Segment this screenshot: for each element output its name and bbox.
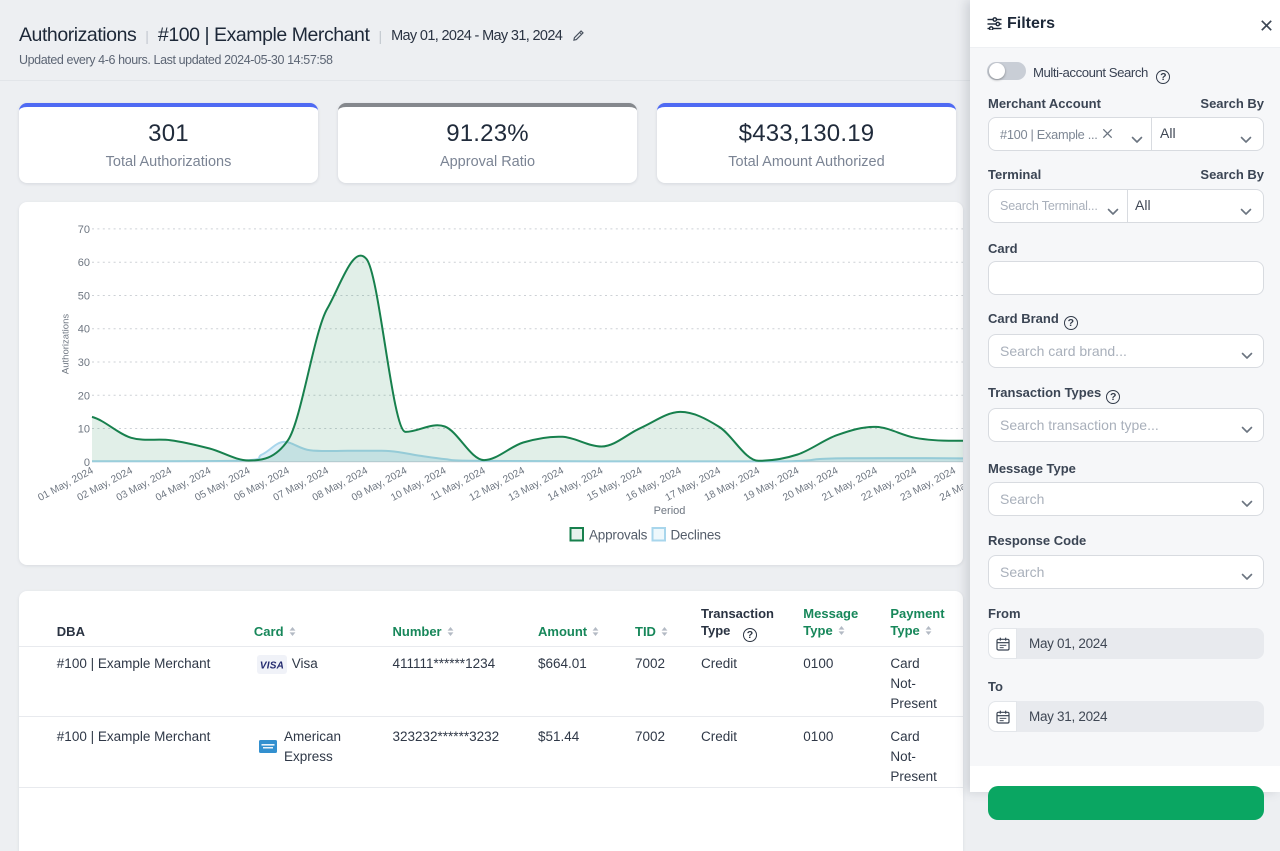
svg-text:Approvals: Approvals [589,528,648,543]
svg-text:70: 70 [78,224,90,236]
svg-text:10: 10 [78,424,90,436]
svg-text:Authorizations: Authorizations [61,314,72,374]
svg-text:Declines: Declines [671,528,722,543]
svg-text:30: 30 [78,357,90,369]
svg-text:Period: Period [654,505,686,517]
svg-text:50: 50 [78,291,90,303]
svg-text:60: 60 [78,257,90,269]
svg-text:VISA: VISA [259,661,283,672]
svg-text:20: 20 [78,390,90,402]
svg-text:40: 40 [78,324,90,336]
